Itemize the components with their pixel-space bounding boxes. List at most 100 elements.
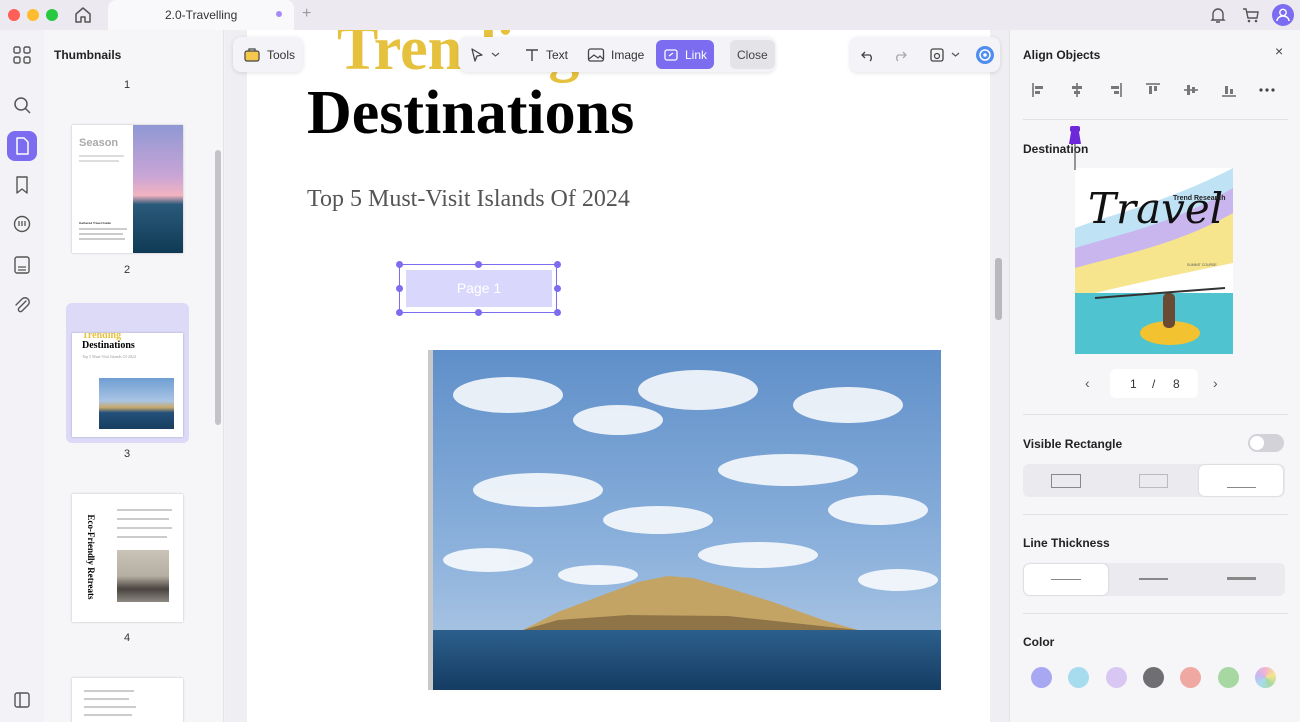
color-swatch-periwinkle[interactable] <box>1031 667 1052 688</box>
color-swatch-coral[interactable] <box>1180 667 1201 688</box>
thumbnail-heading: Season <box>79 137 119 149</box>
resize-handle[interactable] <box>475 261 482 268</box>
thick-line-option[interactable] <box>1199 564 1283 595</box>
resize-handle[interactable] <box>396 309 403 316</box>
thin-line-option[interactable] <box>1024 564 1108 595</box>
light-rectangle-icon <box>1139 474 1168 488</box>
window-close-button[interactable] <box>8 9 20 21</box>
cart-icon[interactable] <box>1241 5 1261 25</box>
island-photo[interactable] <box>428 350 941 690</box>
stamp-icon[interactable] <box>11 254 33 276</box>
history-toolbar <box>850 37 1000 72</box>
thumbnails-scrollbar[interactable] <box>215 150 221 425</box>
resize-handle[interactable] <box>396 285 403 292</box>
thumbnail-page-number: 3 <box>123 448 131 460</box>
resize-handle[interactable] <box>554 285 561 292</box>
close-panel-button[interactable]: × <box>1275 43 1283 59</box>
align-middle-vertical-icon[interactable] <box>1182 81 1200 99</box>
previous-page-button[interactable]: ‹ <box>1085 375 1090 391</box>
thumbnail-page-2[interactable]: Season Gathered Travel Guide <box>72 125 183 253</box>
document-subtitle[interactable]: Top 5 Must-Visit Islands Of 2024 <box>307 186 630 213</box>
thumbnails-panel: Thumbnails 1 Season Gathered Travel Guid… <box>44 30 224 722</box>
screenshot-button[interactable] <box>922 40 967 69</box>
destination-page-preview[interactable]: Travel Trend Research SUMMIT COURSE <box>1075 168 1233 354</box>
more-options-icon[interactable] <box>1258 81 1276 99</box>
thumbnail-heading: Destinations <box>82 340 135 351</box>
attachment-icon[interactable] <box>11 294 33 316</box>
next-page-button[interactable]: › <box>1213 375 1218 391</box>
resize-handle[interactable] <box>475 309 482 316</box>
align-right-icon[interactable] <box>1106 81 1124 99</box>
align-bottom-icon[interactable] <box>1220 81 1238 99</box>
user-avatar[interactable] <box>1272 4 1294 26</box>
text-line <box>117 518 169 520</box>
color-swatch-sky-blue[interactable] <box>1068 667 1089 688</box>
comment-icon[interactable] <box>11 214 33 236</box>
text-line <box>117 536 167 538</box>
edit-document-icon[interactable] <box>7 131 37 161</box>
color-swatch-gradient[interactable] <box>1255 667 1276 688</box>
link-tool-label: Link <box>685 47 708 62</box>
thumbnail-page-number: 1 <box>123 79 131 91</box>
tools-button[interactable]: Tools <box>236 40 302 69</box>
resize-handle[interactable] <box>554 261 561 268</box>
thumbnail-page-3[interactable]: Trending Destinations Top 5 Must-Visit I… <box>72 333 183 437</box>
redo-button[interactable] <box>885 40 915 69</box>
notification-bell-icon[interactable] <box>1208 5 1228 25</box>
window-minimize-button[interactable] <box>27 9 39 21</box>
thumbnail-page-number: 4 <box>123 632 131 644</box>
color-swatch-gray[interactable] <box>1143 667 1164 688</box>
select-tool-button[interactable] <box>462 40 507 69</box>
undo-button[interactable] <box>853 40 883 69</box>
sidebar-toggle-icon[interactable] <box>11 689 33 711</box>
close-editing-label: Close <box>737 47 768 62</box>
medium-line-icon <box>1139 578 1168 580</box>
document-tab[interactable]: 2.0-Travelling <box>108 0 294 30</box>
thumbnail-page-4[interactable]: Eco-Friendly Retreats <box>72 494 183 622</box>
link-annotation[interactable]: Page 1 <box>396 261 561 316</box>
resize-handle[interactable] <box>396 261 403 268</box>
dashed-rectangle-option[interactable] <box>1111 465 1195 496</box>
search-icon[interactable] <box>11 94 33 116</box>
text-line <box>79 233 123 235</box>
image-icon <box>587 47 605 62</box>
document-scrollbar[interactable] <box>995 258 1002 320</box>
home-icon[interactable] <box>72 4 94 26</box>
link-label: Page 1 <box>406 270 552 307</box>
resize-handle[interactable] <box>554 309 561 316</box>
text-line <box>79 155 124 157</box>
visible-rectangle-toggle[interactable] <box>1248 434 1284 452</box>
line-thickness-selector <box>1023 563 1285 596</box>
document-page: Trending Destinations Top 5 Must-Visit I… <box>247 30 990 722</box>
visible-rectangle-label: Visible Rectangle <box>1023 437 1123 451</box>
thumbnail-page-5[interactable] <box>72 678 183 722</box>
underline-option[interactable] <box>1199 465 1283 496</box>
color-swatch-green[interactable] <box>1218 667 1239 688</box>
color-swatch-lavender[interactable] <box>1106 667 1127 688</box>
medium-line-option[interactable] <box>1111 564 1195 595</box>
document-heading[interactable]: Destinations <box>307 82 634 144</box>
page-separator: / <box>1152 377 1156 391</box>
link-tool-button[interactable]: Link <box>656 40 715 69</box>
document-canvas: Trending Destinations Top 5 Must-Visit I… <box>225 30 1009 722</box>
text-line <box>84 698 129 700</box>
grid-icon[interactable] <box>11 44 33 66</box>
text-line <box>84 714 132 716</box>
thumbnail-page-number: 2 <box>123 264 131 276</box>
bookmark-icon[interactable] <box>11 174 33 196</box>
window-maximize-button[interactable] <box>46 9 58 21</box>
image-tool-button[interactable]: Image <box>580 40 651 69</box>
text-tool-button[interactable]: Text <box>517 40 575 69</box>
chevron-down-icon <box>491 52 500 57</box>
current-page-input[interactable]: 1 <box>1130 377 1137 391</box>
align-top-icon[interactable] <box>1144 81 1162 99</box>
rectangle-style-selector <box>1023 464 1285 497</box>
new-tab-button[interactable]: + <box>302 5 311 23</box>
solid-rectangle-option[interactable] <box>1024 465 1108 496</box>
close-editing-button[interactable]: Close <box>730 40 775 69</box>
destination-pin-icon[interactable] <box>1066 126 1084 170</box>
ai-assistant-button[interactable] <box>968 40 1002 69</box>
chevron-down-icon <box>951 52 960 57</box>
align-center-horizontal-icon[interactable] <box>1068 81 1086 99</box>
align-left-icon[interactable] <box>1030 81 1048 99</box>
